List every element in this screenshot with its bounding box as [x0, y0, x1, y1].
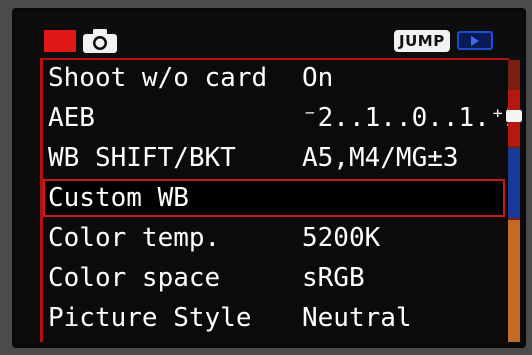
- menu-item-aeb[interactable]: AEB ⁻2..1..0..1.⁺2: [44, 100, 521, 136]
- menu-item-color-temp[interactable]: Color temp. 5200K: [44, 220, 504, 256]
- menu-item-value: Neutral: [302, 303, 412, 333]
- menu-item-label: Picture Style: [48, 303, 252, 333]
- menu-item-shoot-without-card[interactable]: Shoot w/o card On: [44, 60, 504, 96]
- menu-item-label: Custom WB: [48, 183, 189, 213]
- menu-item-value: On: [302, 63, 334, 93]
- menu-item-label: AEB: [48, 103, 95, 133]
- menu-item-wb-shift-bkt[interactable]: WB SHIFT/BKT A5,M4/MG±3: [44, 140, 504, 176]
- menu-item-value: ⁻2..1..0..1.⁺2: [302, 103, 522, 133]
- menu-item-value: 5200K: [302, 223, 381, 253]
- menu-item-value: sRGB: [302, 263, 365, 293]
- menu-item-label: Shoot w/o card: [48, 63, 268, 93]
- menu-item-value: A5,M4/MG±3: [302, 143, 459, 173]
- scrollbar-thumb[interactable]: [506, 110, 522, 122]
- menu-item-color-space[interactable]: Color space sRGB: [44, 260, 504, 296]
- menu-item-label: Color space: [48, 263, 221, 293]
- menu-item-label: Color temp.: [48, 223, 221, 253]
- jump-button[interactable]: JUMP: [394, 30, 450, 52]
- scrollbar-segment-playback: [508, 148, 520, 218]
- scrollbar-segment-setup: [508, 220, 520, 342]
- shooting-menu-tab-indicator[interactable]: [44, 30, 76, 52]
- menu-item-label: WB SHIFT/BKT: [48, 143, 236, 173]
- menu-item-custom-wb[interactable]: Custom WB: [43, 179, 505, 217]
- menu-item-picture-style[interactable]: Picture Style Neutral: [44, 300, 504, 336]
- camera-lcd-screen: JUMP Shoot w/o card On AEB ⁻2..1..0..1.⁺…: [0, 0, 532, 355]
- playback-icon[interactable]: [457, 31, 493, 50]
- camera-icon[interactable]: [82, 28, 118, 54]
